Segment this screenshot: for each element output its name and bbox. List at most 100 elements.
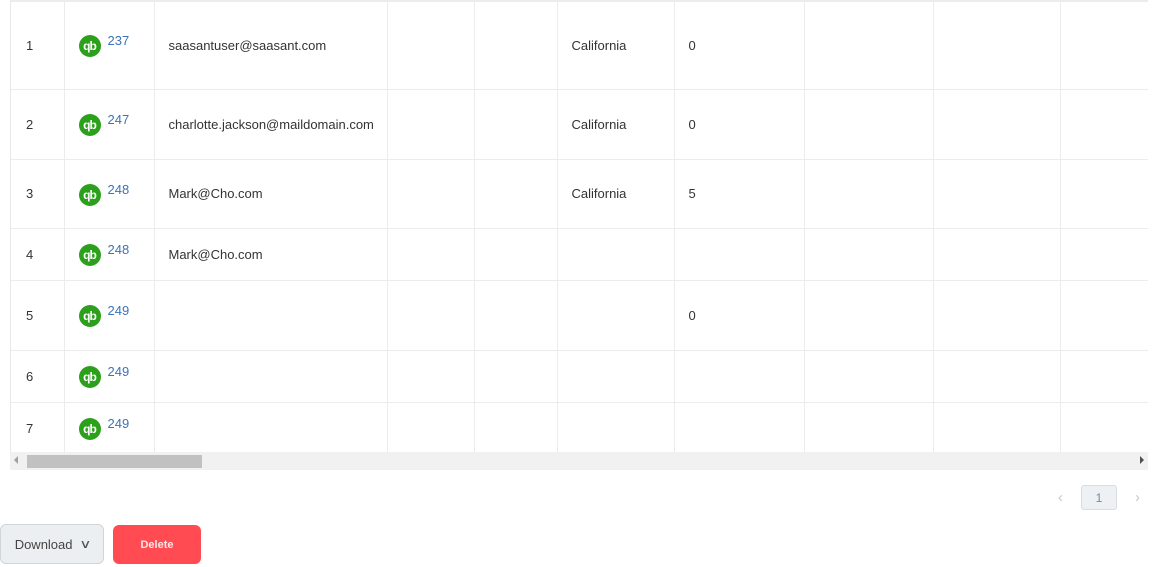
email-cell: saasantuser@saasant.com (154, 2, 388, 90)
record-id-wrap: qb 247 (78, 112, 140, 136)
quantity-cell: 0 (674, 280, 805, 351)
quickbooks-logo-icon: qb (78, 114, 101, 136)
email-cell: Mark@Cho.com (154, 159, 388, 229)
empty-cell (804, 350, 934, 403)
empty-cell (804, 159, 934, 229)
empty-cell (474, 402, 558, 455)
empty-cell (1060, 2, 1148, 90)
state-cell: California (557, 2, 675, 90)
download-button[interactable]: Download ∨ (0, 524, 104, 564)
empty-cell (1060, 228, 1148, 281)
next-page-icon[interactable]: › (1135, 489, 1140, 506)
scrollbar-thumb[interactable] (27, 455, 202, 468)
empty-cell (474, 159, 558, 229)
empty-cell (387, 402, 475, 455)
empty-cell (804, 89, 934, 160)
table-row[interactable]: 6 qb 249 (11, 350, 1148, 403)
empty-cell (933, 402, 1061, 455)
data-table: 1 qb 237 saasantuser@saasant.com California 0… (11, 2, 1148, 455)
state-cell: California (557, 89, 675, 160)
empty-cell (804, 280, 934, 351)
empty-cell (804, 228, 934, 281)
table-row[interactable]: 4 qb 248 Mark@Cho.com (11, 228, 1148, 281)
empty-cell (474, 89, 558, 160)
table-row[interactable]: 1 qb 237 saasantuser@saasant.com California 0 (11, 2, 1148, 90)
empty-cell (933, 280, 1061, 351)
record-id-cell: qb 247 (64, 89, 155, 160)
record-id-link[interactable]: 249 (108, 416, 130, 431)
quickbooks-logo-icon: qb (78, 183, 101, 206)
scroll-right-arrow-icon[interactable] (1140, 456, 1144, 464)
record-id-link[interactable]: 249 (108, 303, 130, 318)
record-id-cell: qb 248 (64, 228, 155, 281)
empty-cell (387, 280, 475, 351)
quickbooks-logo-icon: qb (78, 418, 101, 440)
record-id-wrap: qb 248 (78, 242, 140, 266)
pagination: ‹ 1 › (1058, 485, 1140, 510)
record-id-wrap: qb 237 (78, 33, 140, 58)
empty-cell (387, 89, 475, 160)
row-index-cell: 7 (11, 402, 65, 455)
chevron-down-icon: ∨ (78, 537, 92, 551)
quantity-cell: 0 (674, 89, 805, 160)
state-cell: California (557, 159, 675, 229)
prev-page-icon[interactable]: ‹ (1058, 489, 1063, 506)
empty-cell (933, 350, 1061, 403)
record-id-link[interactable]: 247 (108, 112, 130, 127)
empty-cell (387, 159, 475, 229)
data-grid: 1 qb 237 saasantuser@saasant.com California 0… (10, 0, 1148, 470)
empty-cell (933, 228, 1061, 281)
email-cell (154, 280, 388, 351)
quantity-cell: 5 (674, 159, 805, 229)
scroll-left-arrow-icon[interactable] (14, 456, 18, 464)
page-1-button[interactable]: 1 (1081, 485, 1117, 510)
row-index-cell: 1 (11, 2, 65, 90)
quickbooks-logo-icon: qb (78, 305, 101, 327)
quantity-cell (674, 228, 805, 281)
empty-cell (804, 402, 934, 455)
empty-cell (1060, 89, 1148, 160)
state-cell (557, 402, 675, 455)
record-id-link[interactable]: 237 (108, 33, 130, 48)
empty-cell (933, 2, 1061, 90)
empty-cell (1060, 350, 1148, 403)
horizontal-scrollbar[interactable] (10, 452, 1148, 470)
record-id-cell: qb 249 (64, 350, 155, 403)
state-cell (557, 280, 675, 351)
empty-cell (1060, 402, 1148, 455)
quickbooks-logo-icon: qb (78, 244, 101, 266)
row-index-cell: 3 (11, 159, 65, 229)
empty-cell (474, 228, 558, 281)
record-id-wrap: qb 249 (78, 303, 140, 327)
quantity-cell (674, 402, 805, 455)
record-id-wrap: qb 249 (78, 416, 140, 440)
empty-cell (387, 2, 475, 90)
quickbooks-logo-icon: qb (78, 35, 101, 58)
row-index-cell: 5 (11, 280, 65, 351)
record-id-cell: qb 249 (64, 402, 155, 455)
table-row[interactable]: 7 qb 249 (11, 402, 1148, 455)
row-index-cell: 2 (11, 89, 65, 160)
empty-cell (933, 159, 1061, 229)
quantity-cell (674, 350, 805, 403)
table-row[interactable]: 2 qb 247 charlotte.jackson@maildomain.com Ca… (11, 89, 1148, 160)
quantity-cell: 0 (674, 2, 805, 90)
record-id-wrap: qb 249 (78, 364, 140, 388)
empty-cell (474, 350, 558, 403)
state-cell (557, 350, 675, 403)
record-id-wrap: qb 248 (78, 182, 140, 206)
empty-cell (387, 228, 475, 281)
state-cell (557, 228, 675, 281)
record-id-link[interactable]: 248 (108, 242, 130, 257)
record-id-link[interactable]: 249 (108, 364, 130, 379)
empty-cell (1060, 159, 1148, 229)
empty-cell (933, 89, 1061, 160)
table-row[interactable]: 5 qb 249 0 (11, 280, 1148, 351)
email-cell (154, 402, 388, 455)
table-row[interactable]: 3 qb 248 Mark@Cho.com California 5 (11, 159, 1148, 229)
record-id-link[interactable]: 248 (108, 182, 130, 197)
empty-cell (804, 2, 934, 90)
row-index-cell: 4 (11, 228, 65, 281)
delete-button[interactable]: Delete (113, 525, 201, 564)
record-id-cell: qb 248 (64, 159, 155, 229)
